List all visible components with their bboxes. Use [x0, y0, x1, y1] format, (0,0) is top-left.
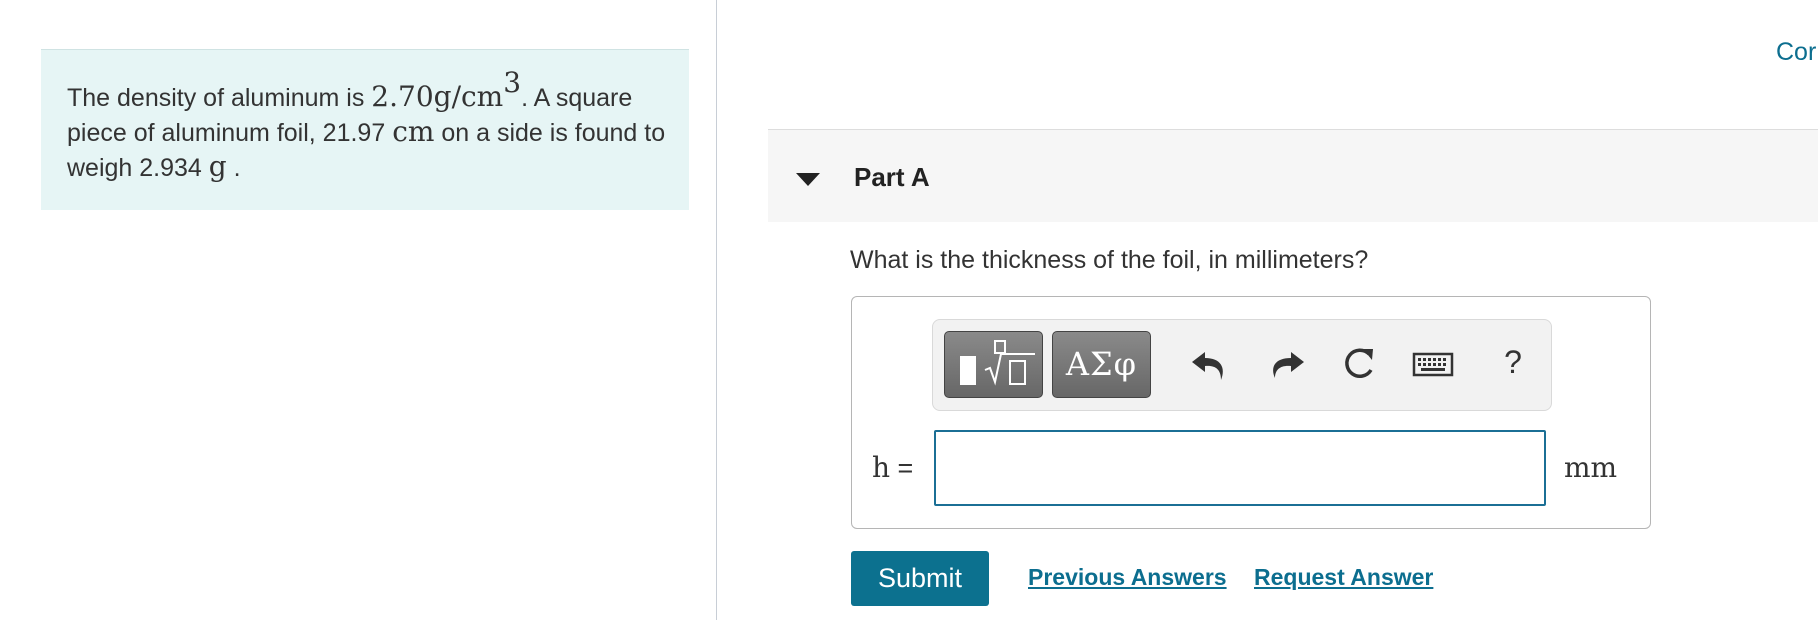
mass-unit: g	[208, 150, 227, 183]
variable-symbol: h	[872, 451, 891, 484]
top-right-link[interactable]: Cor	[1776, 38, 1816, 67]
answer-box: ΑΣφ ? h = mm	[851, 296, 1651, 529]
keyboard-button[interactable]	[1405, 336, 1461, 392]
equals-sign: =	[890, 453, 914, 483]
reset-icon	[1345, 348, 1373, 378]
answer-input[interactable]	[934, 430, 1546, 506]
collapse-caret-icon[interactable]	[796, 173, 820, 186]
unit-label: mm	[1564, 451, 1618, 484]
request-answer-link[interactable]: Request Answer	[1254, 564, 1433, 591]
density-value: 2.70g/cm	[371, 80, 504, 113]
templates-button[interactable]	[944, 331, 1043, 398]
side-unit: cm	[392, 115, 435, 148]
problem-ending-text: .	[226, 154, 241, 182]
density-exponent: 3	[503, 66, 522, 99]
redo-button[interactable]	[1257, 336, 1313, 392]
greek-symbols-button[interactable]: ΑΣφ	[1052, 331, 1151, 398]
problem-statement-panel: The density of aluminum is 2.70g/cm3. A …	[41, 49, 689, 210]
keyboard-icon	[1412, 352, 1454, 377]
submit-button[interactable]: Submit	[851, 551, 989, 606]
variable-label: h =	[872, 451, 913, 484]
part-title: Part A	[854, 162, 930, 192]
undo-button[interactable]	[1183, 336, 1239, 392]
question-text: What is the thickness of the foil, in mi…	[850, 246, 1369, 274]
problem-intro-text: The density of aluminum is	[67, 84, 372, 112]
undo-icon	[1192, 352, 1223, 380]
problem-statement-text: The density of aluminum is 2.70g/cm3. A …	[67, 69, 677, 185]
reset-button[interactable]	[1331, 336, 1387, 392]
panel-divider	[716, 0, 717, 620]
math-toolbar: ΑΣφ ?	[932, 319, 1552, 411]
part-a-header[interactable]: Part A	[768, 129, 1818, 222]
greek-symbols-label: ΑΣφ	[1065, 345, 1138, 383]
previous-answers-link[interactable]: Previous Answers	[1028, 564, 1227, 591]
redo-icon	[1273, 352, 1304, 378]
help-button[interactable]: ?	[1493, 344, 1533, 384]
fraction-sqrt-templates-icon	[960, 340, 1035, 386]
